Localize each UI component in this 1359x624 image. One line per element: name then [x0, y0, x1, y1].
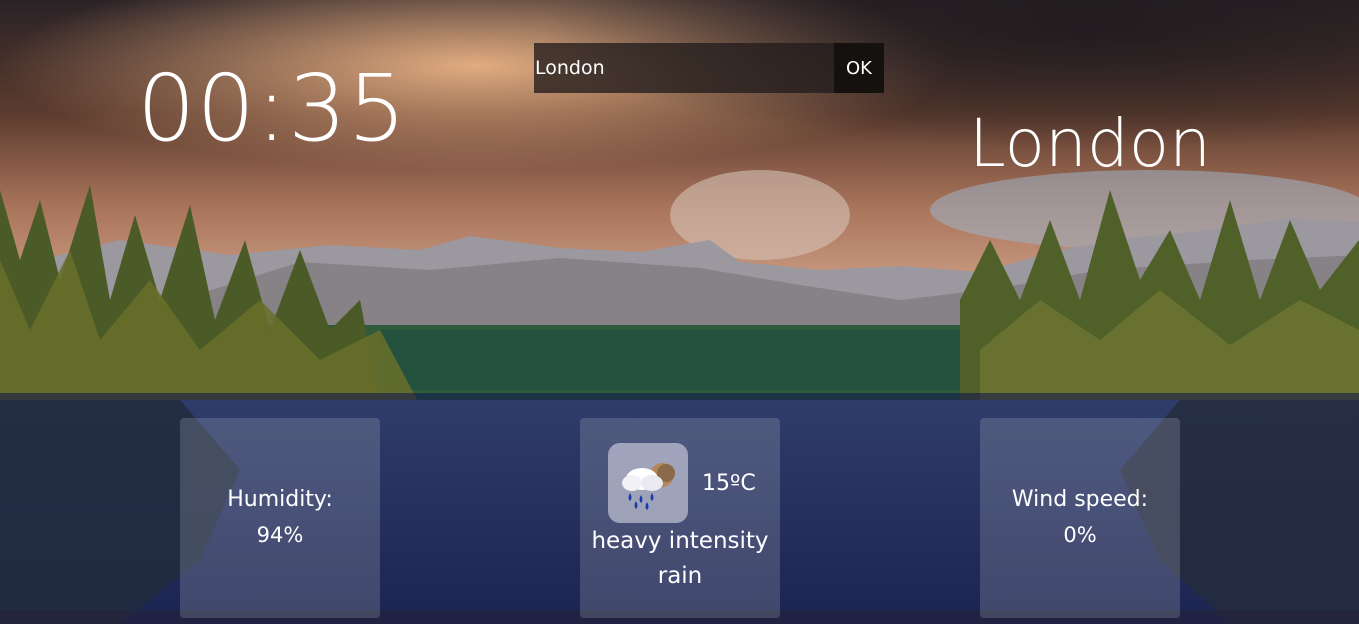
weather-description: heavy intensity rain: [591, 528, 769, 589]
search-bar: OK: [534, 43, 884, 93]
city-name: London: [969, 105, 1211, 182]
temperature-value: 15ºC: [702, 470, 756, 496]
humidity-value: 94%: [256, 523, 304, 547]
current-weather-card: 15ºC heavy intensity rain: [580, 418, 780, 618]
city-search-input[interactable]: [534, 43, 834, 93]
clock-time: 00:35: [137, 55, 408, 162]
weather-app: OK 00:35 London Humidity: 94%: [0, 0, 1359, 624]
wind-speed-label: Wind speed:: [1011, 487, 1149, 512]
humidity-label: Humidity:: [227, 487, 333, 512]
humidity-card: Humidity: 94%: [180, 418, 380, 618]
wind-speed-card: Wind speed: 0%: [980, 418, 1180, 618]
wind-speed-value: 0%: [1063, 523, 1097, 547]
weather-summary: 15ºC: [608, 443, 756, 523]
heavy-rain-cloud-icon: [608, 443, 688, 523]
ok-button[interactable]: OK: [834, 43, 884, 93]
